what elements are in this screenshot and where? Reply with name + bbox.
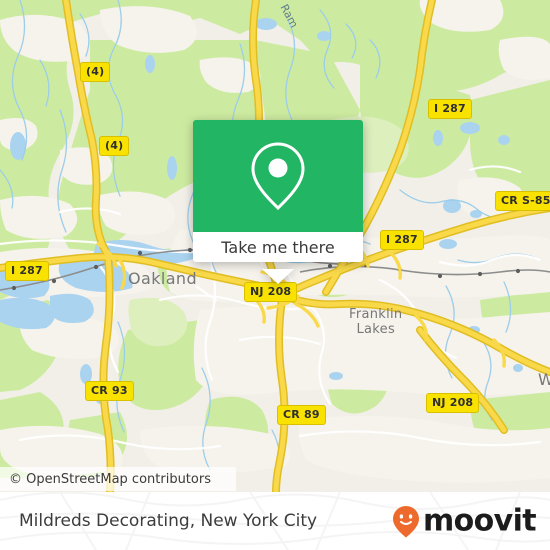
map-pin-icon	[251, 142, 305, 211]
callout-action-bar[interactable]: Take me there	[193, 232, 363, 262]
highway-shield[interactable]: (4)	[80, 62, 111, 82]
moovit-map-share-card: Oakland Franklin Lakes Ram W (4) (4) I 28…	[0, 0, 550, 550]
highway-shield[interactable]: CR S-85	[495, 191, 550, 211]
osm-attribution[interactable]: © OpenStreetMap contributors	[0, 467, 236, 491]
highway-shield[interactable]: (4)	[99, 136, 130, 156]
callout-tail	[262, 269, 294, 284]
footer-bar: Mildreds Decorating, New York City moovi…	[0, 492, 550, 550]
highway-shield[interactable]: CR 93	[85, 381, 134, 401]
osm-attribution-text: © OpenStreetMap contributors	[9, 471, 211, 487]
highway-shield[interactable]: I 287	[380, 230, 424, 250]
take-me-there-callout[interactable]: Take me there	[193, 120, 363, 284]
callout-pin-panel	[193, 120, 363, 232]
highway-shield[interactable]: I 287	[428, 99, 472, 119]
take-me-there-label: Take me there	[221, 237, 335, 257]
highway-shield[interactable]: NJ 208	[426, 393, 480, 413]
moovit-pin-smiley-icon	[392, 505, 419, 537]
moovit-wordmark: moovit	[422, 503, 537, 539]
highway-shield[interactable]: I 287	[5, 261, 49, 281]
highway-shield[interactable]: NJ 208	[244, 282, 298, 302]
moovit-logo[interactable]: moovit	[390, 503, 537, 539]
highway-shield[interactable]: CR 89	[277, 405, 326, 425]
location-title: Mildreds Decorating, New York City	[19, 511, 318, 531]
